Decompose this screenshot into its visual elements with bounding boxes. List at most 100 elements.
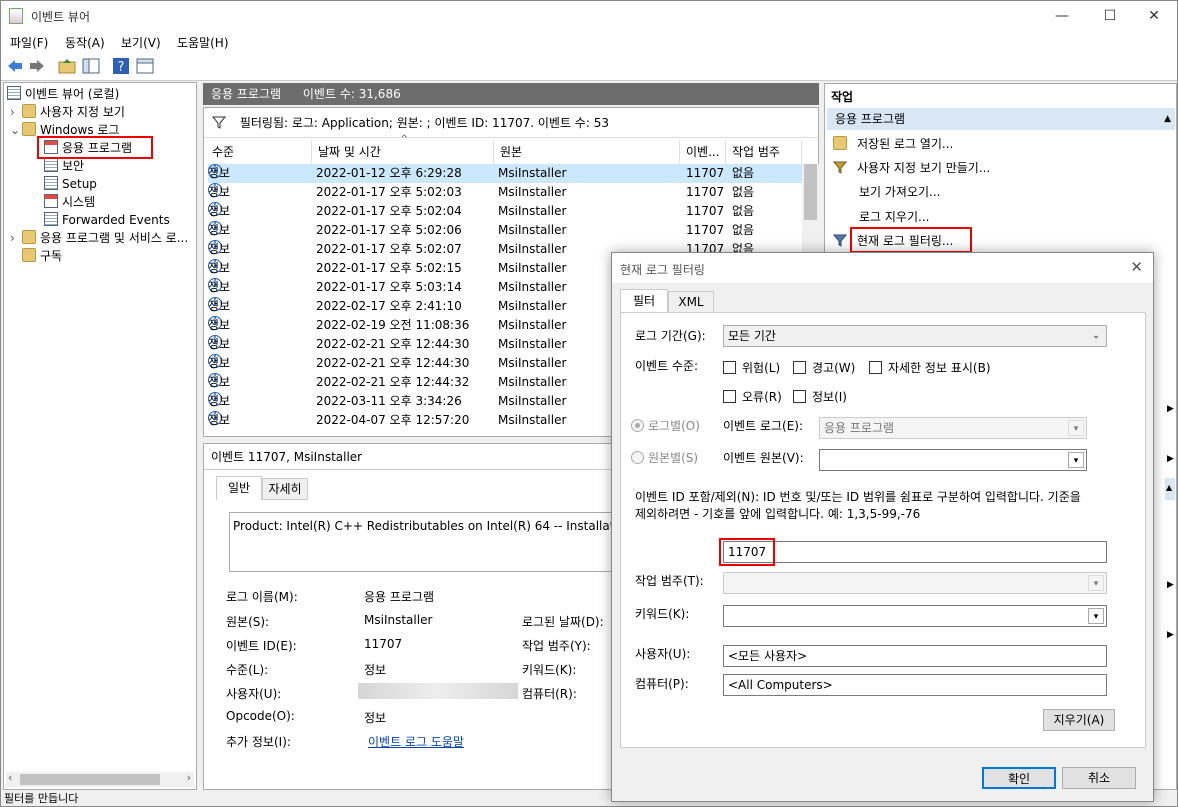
checkbox-label: 위험(L) (742, 361, 781, 375)
level-info-checkbox[interactable]: 정보(I) (793, 388, 847, 405)
help-icon[interactable]: ? (112, 57, 130, 75)
level-warning-checkbox[interactable]: 경고(W) (793, 359, 855, 376)
keyword-select[interactable]: ▾ (723, 605, 1107, 627)
tree-subscriptions[interactable]: 구독 (22, 247, 62, 265)
task-cell: 없음 (732, 185, 755, 199)
logged-select[interactable]: 모든 기간 ⌄ (723, 325, 1107, 347)
tree-horizontal-scrollbar[interactable]: ‹ › (6, 771, 194, 787)
more-info-label: 추가 정보(I): (226, 735, 291, 749)
open-folder-icon (833, 136, 847, 150)
col-level[interactable]: 수준 (206, 140, 312, 164)
more-info-link[interactable]: 이벤트 로그 도움말 (368, 733, 464, 750)
table-row[interactable]: i 정보 2022-01-17 오후 5:02:04 MsiInstaller 1170… (208, 202, 802, 221)
scroll-left-icon[interactable]: ‹ (8, 771, 12, 784)
level-value: 정보 (364, 663, 387, 677)
event-viewer-icon (7, 86, 21, 100)
back-arrow-icon[interactable] (6, 57, 24, 75)
show-hide-tree-icon[interactable] (82, 57, 100, 75)
ok-button[interactable]: 확인 (982, 767, 1056, 789)
datetime-cell: 2022-02-17 오후 2:41:10 (316, 299, 462, 313)
checkbox-box (723, 390, 736, 403)
scrollbar-thumb[interactable] (804, 164, 817, 220)
level-text: 정보 (208, 261, 231, 275)
tab-xml[interactable]: XML (668, 291, 714, 313)
tree-log-forwarded[interactable]: Forwarded Events (44, 211, 170, 229)
tree-log-setup[interactable]: Setup (44, 175, 97, 193)
opcode-label: Opcode(O): (226, 709, 295, 723)
event-id-input[interactable]: 11707 (723, 541, 1107, 563)
computer-input-value: <All Computers> (728, 678, 833, 692)
folder-up-icon[interactable] (58, 57, 76, 75)
level-error-checkbox[interactable]: 오류(R) (723, 388, 782, 405)
dialog-close-icon[interactable]: ✕ (1130, 258, 1143, 276)
level-text: 정보 (208, 242, 231, 256)
submenu-arrow-icon[interactable]: ▶ (1167, 404, 1174, 414)
col-source[interactable]: 원본 (494, 140, 680, 164)
tree-log-label: Setup (62, 177, 97, 191)
actions-section-application[interactable]: 응용 프로그램 ▲ (827, 108, 1175, 130)
scroll-right-icon[interactable]: › (187, 771, 191, 784)
level-verbose-checkbox[interactable]: 자세한 정보 표시(B) (869, 359, 991, 376)
level-text: 정보 (208, 375, 231, 389)
cancel-button[interactable]: 취소 (1062, 767, 1136, 789)
subscription-icon (22, 248, 36, 262)
datetime-cell: 2022-01-17 오후 5:03:14 (316, 280, 462, 294)
title-bar: 이벤트 뷰어 — ☐ ✕ (1, 1, 1177, 31)
user-input[interactable]: <모든 사용자> (723, 645, 1107, 667)
action-open-saved-log[interactable]: 저장된 로그 열기... (833, 133, 953, 155)
col-event-id[interactable]: 이벤... (680, 140, 726, 164)
computer-input[interactable]: <All Computers> (723, 674, 1107, 696)
forward-arrow-icon[interactable] (28, 57, 46, 75)
level-critical-checkbox[interactable]: 위험(L) (723, 359, 780, 376)
menu-view[interactable]: 보기(V) (121, 34, 161, 51)
computer-label: 컴퓨터(P): (635, 677, 689, 691)
source-cell: MsiInstaller (498, 261, 567, 275)
by-source-radio[interactable]: 원본별(S) (631, 449, 698, 466)
by-log-radio[interactable]: 로그별(O) (631, 417, 700, 434)
col-task[interactable]: 작업 범주 (726, 140, 802, 164)
source-cell: MsiInstaller (498, 394, 567, 408)
tab-general[interactable]: 일반 (216, 476, 262, 500)
event-source-select[interactable]: ▾ (819, 449, 1087, 471)
level-text: 정보 (208, 318, 231, 332)
tab-filter[interactable]: 필터 (620, 289, 668, 313)
level-text: 정보 (208, 356, 231, 370)
level-text: 정보 (208, 166, 231, 180)
window-title: 이벤트 뷰어 (31, 10, 91, 24)
menu-action[interactable]: 동작(A) (65, 34, 105, 51)
datetime-cell: 2022-01-17 오후 5:02:06 (316, 223, 462, 237)
action-clear-log[interactable]: 로그 지우기... (859, 206, 929, 228)
filter-current-log-dialog: 현재 로그 필터링 ✕ 필터 XML 로그 기간(G): 모든 기간 ⌄ 이벤트 … (611, 252, 1154, 802)
datetime-cell: 2022-03-11 오후 3:34:26 (316, 394, 462, 408)
submenu-arrow-icon[interactable]: ▶ (1167, 454, 1174, 464)
menu-help[interactable]: 도움말(H) (177, 34, 229, 51)
tree-custom-views-label: 사용자 지정 보기 (40, 105, 125, 119)
show-hide-action-pane-icon[interactable] (136, 57, 154, 75)
tree-root[interactable]: 이벤트 뷰어 (로컬) (7, 85, 119, 103)
tree-app-services[interactable]: › 응용 프로그램 및 서비스 로... (10, 229, 188, 247)
tab-details[interactable]: 자세히 (262, 478, 308, 500)
tree-log-security[interactable]: 보안 (44, 157, 84, 175)
submenu-arrow-icon[interactable]: ▶ (1167, 580, 1174, 590)
table-row[interactable]: i 정보 2022-01-12 오후 6:29:28 MsiInstaller 1170… (208, 164, 802, 183)
datetime-cell: 2022-02-21 오후 12:44:32 (316, 375, 470, 389)
collapse-up-icon[interactable]: ▲ (1166, 483, 1172, 492)
action-import-view[interactable]: 보기 가져오기... (859, 181, 941, 203)
table-row[interactable]: i 정보 2022-01-17 오후 5:02:06 MsiInstaller 1170… (208, 221, 802, 240)
keyword-label: 키워드(K): (635, 607, 690, 621)
minimize-button[interactable]: — (1039, 1, 1085, 31)
table-row[interactable]: i 정보 2022-01-17 오후 5:02:03 MsiInstaller 1170… (208, 183, 802, 202)
submenu-arrow-icon[interactable]: ▶ (1167, 630, 1174, 640)
close-button[interactable]: ✕ (1131, 1, 1177, 31)
collapse-up-icon[interactable]: ▲ (1164, 108, 1171, 130)
action-create-custom-view[interactable]: 사용자 지정 보기 만들기... (832, 157, 990, 179)
clear-button[interactable]: 지우기(A) (1043, 709, 1115, 731)
actions-section-collapsed[interactable]: ▲ (1165, 478, 1175, 500)
menu-file[interactable]: 파일(F) (10, 34, 48, 51)
event-id-cell: 11707 (686, 204, 725, 218)
tree-custom-views[interactable]: › 사용자 지정 보기 (10, 103, 125, 121)
datetime-cell: 2022-01-17 오후 5:02:03 (316, 185, 462, 199)
maximize-button[interactable]: ☐ (1087, 1, 1133, 31)
tree-log-system[interactable]: 시스템 (44, 193, 95, 211)
scrollbar-thumb[interactable] (20, 774, 160, 785)
